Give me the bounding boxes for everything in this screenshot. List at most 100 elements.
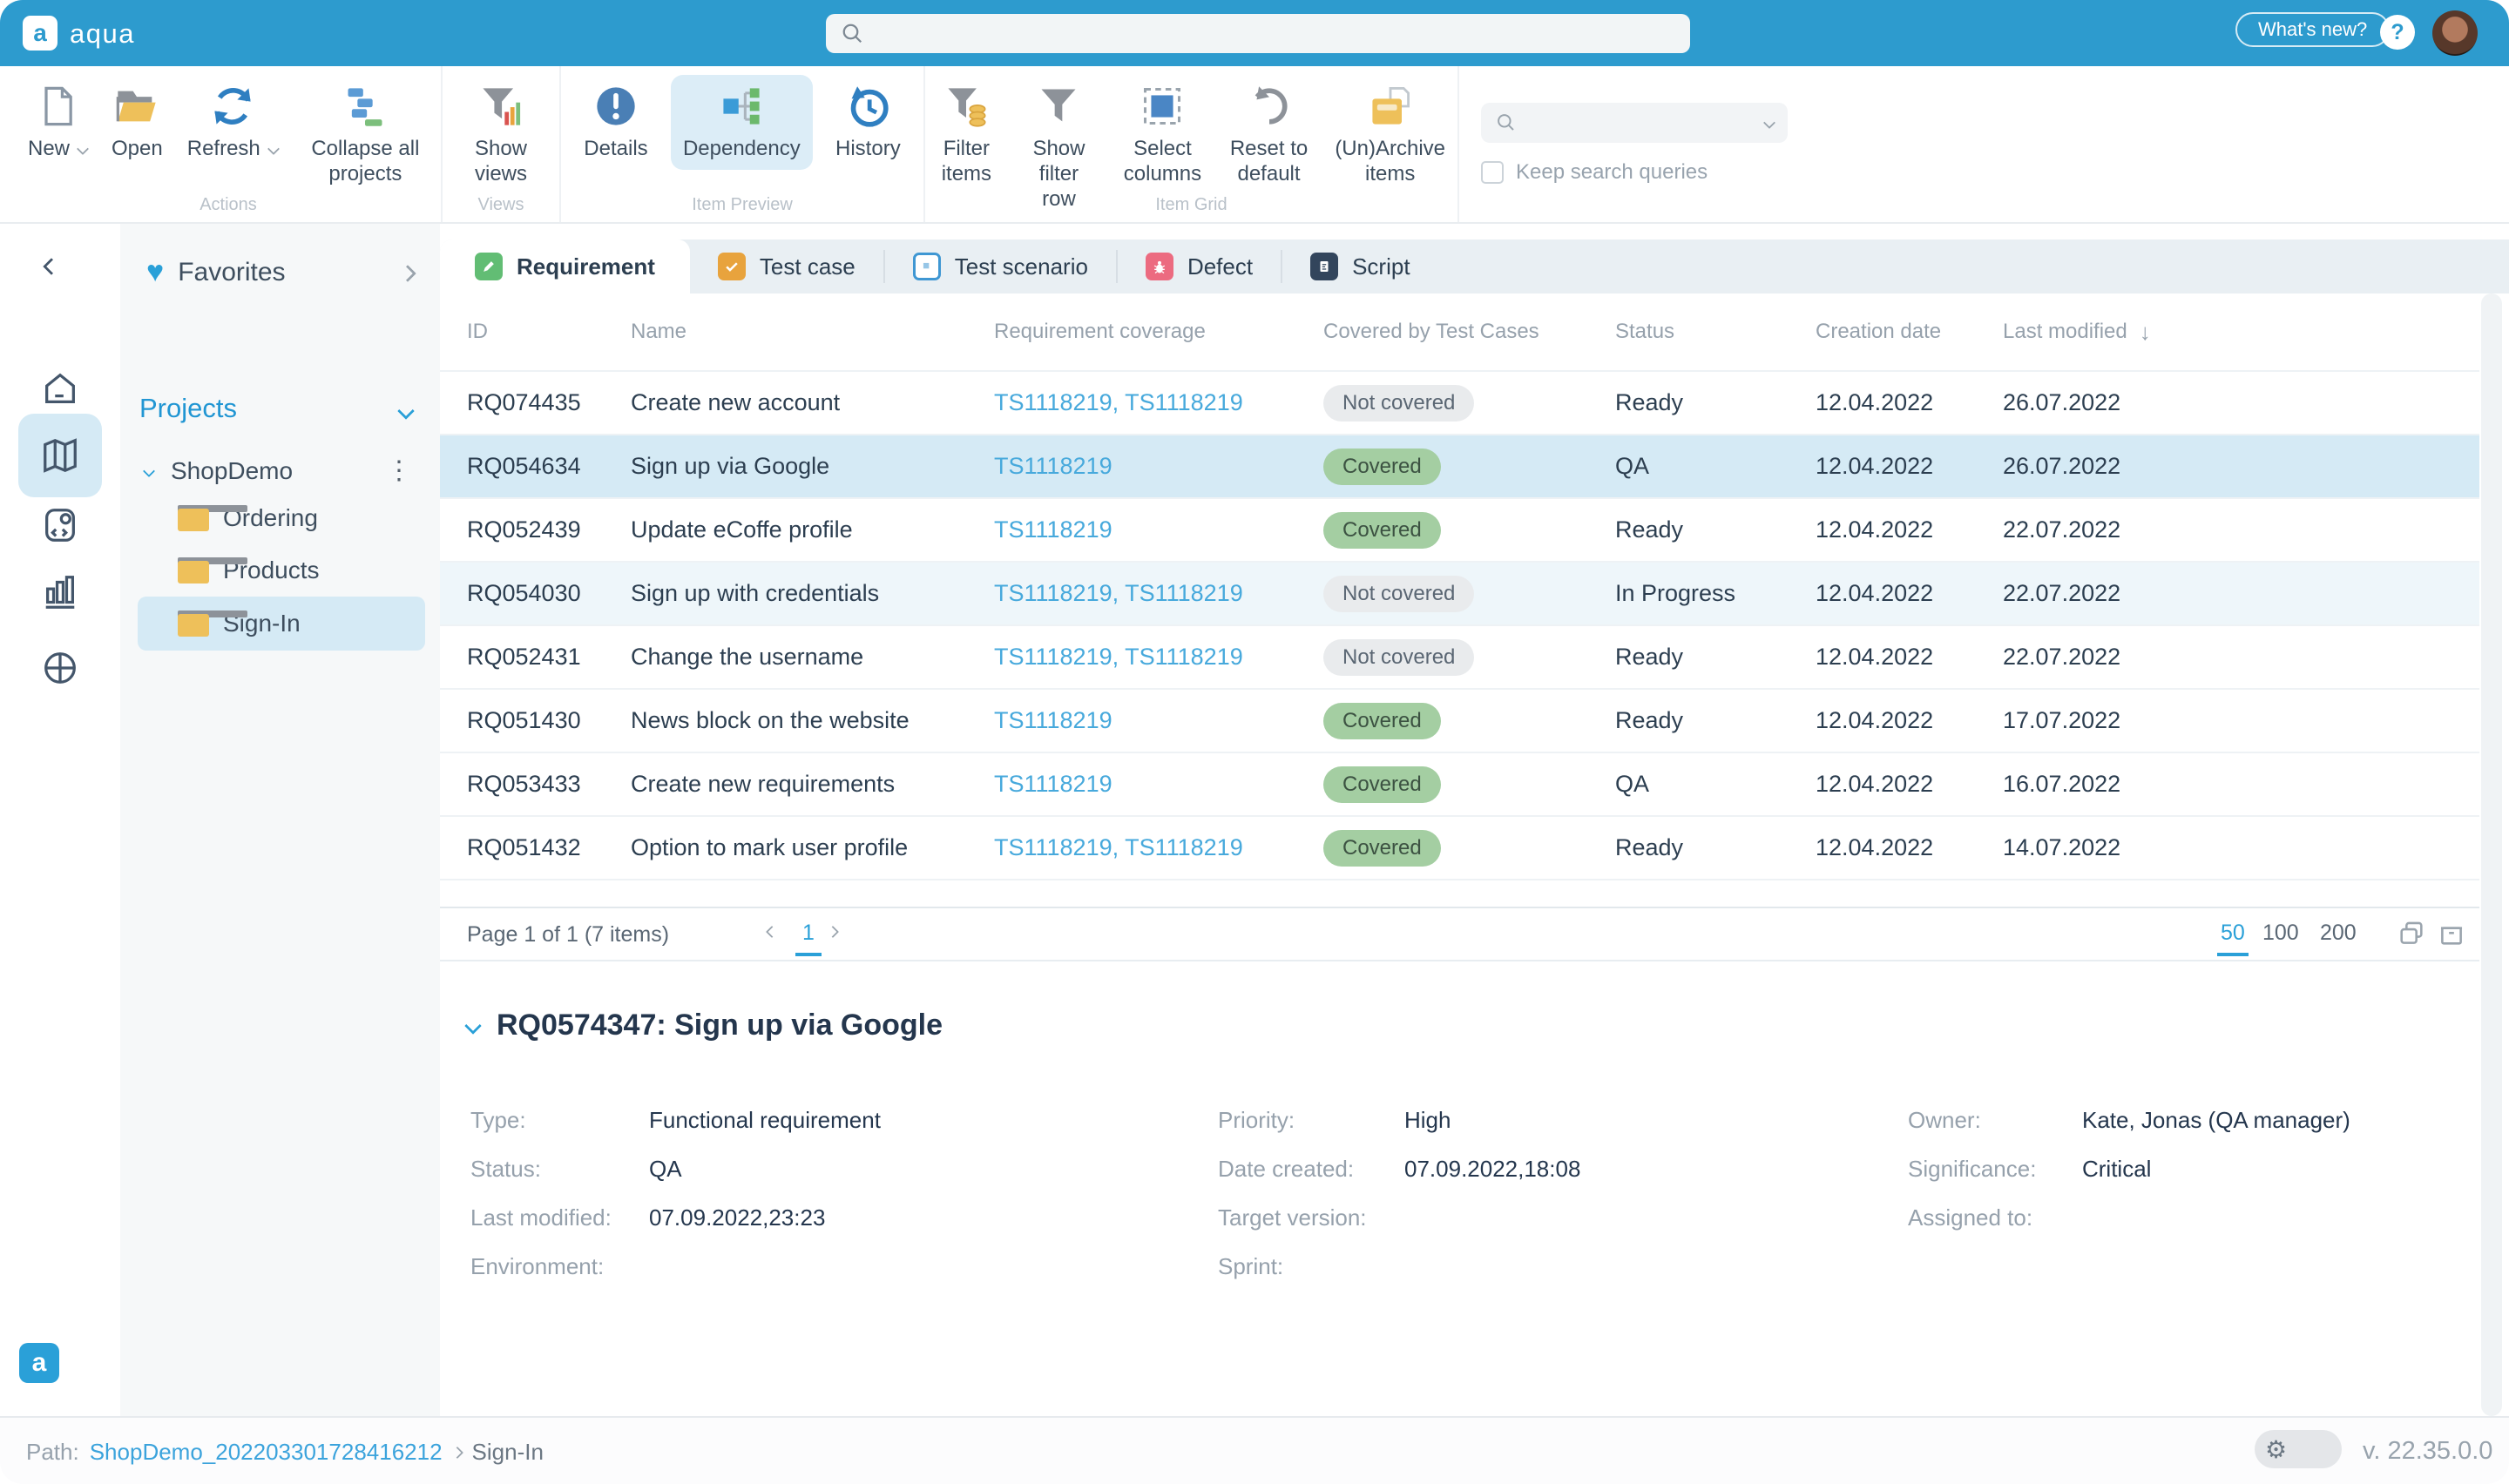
copy-icon[interactable] — [2397, 919, 2426, 948]
coverage-links[interactable]: TS1118219 — [994, 707, 1112, 733]
page-size-50[interactable]: 50 — [2217, 921, 2249, 956]
tab-test-case[interactable]: Test case — [690, 239, 883, 293]
filter-items-label: Filter items — [941, 137, 992, 186]
show-views-button[interactable]: Show views — [443, 75, 559, 195]
reports-icon[interactable] — [40, 572, 80, 612]
prev-page-icon[interactable] — [765, 925, 779, 939]
projects-collapse-icon[interactable] — [397, 402, 415, 420]
filter-items-button[interactable]: Filter items — [925, 75, 1008, 195]
ribbon-group-item-preview: Details Dependency History Item Preview — [561, 66, 925, 222]
col-header-status[interactable]: Status — [1615, 320, 1816, 344]
collapse-all-projects-button[interactable]: Collapse all projects — [290, 75, 441, 195]
unarchive-items-button[interactable]: (Un)Archive items — [1322, 75, 1457, 195]
table-row[interactable]: RQ054030 Sign up with credentials TS1118… — [440, 563, 2479, 626]
page-size-200[interactable]: 200 — [2320, 921, 2357, 946]
next-page-icon[interactable] — [826, 925, 840, 939]
home-icon[interactable] — [40, 368, 80, 408]
table-row[interactable]: RQ053433 Create new requirements TS11182… — [440, 753, 2479, 817]
dashboard-icon[interactable] — [40, 648, 80, 688]
projects-title[interactable]: Projects — [139, 393, 237, 424]
coverage-links[interactable]: TS1118219, TS1118219 — [994, 834, 1243, 860]
coverage-links[interactable]: TS1118219, TS1118219 — [994, 580, 1243, 606]
cell-id: RQ053433 — [467, 771, 581, 797]
coverage-badge: Covered — [1323, 766, 1441, 803]
global-search-input[interactable] — [826, 14, 1690, 53]
tab-defect[interactable]: Defect — [1118, 239, 1281, 293]
detail-column-3: Owner: Kate, Jonas (QA manager) Significa… — [1908, 1096, 2483, 1242]
kebab-menu-icon[interactable]: ⋮ — [386, 455, 412, 486]
col-header-name[interactable]: Name — [631, 320, 994, 344]
tab-requirement[interactable]: Requirement — [440, 239, 690, 293]
test-case-icon — [717, 253, 746, 280]
table-row[interactable]: RQ052439 Update eCoffe profile TS1118219… — [440, 499, 2479, 563]
page-size-100[interactable]: 100 — [2262, 921, 2299, 946]
requirement-icon — [475, 253, 503, 280]
settings-toggle[interactable]: ⚙ — [2255, 1430, 2342, 1468]
new-label: New — [28, 137, 71, 160]
sort-desc-icon[interactable]: ↓ — [2140, 319, 2151, 346]
vertical-scrollbar[interactable] — [2481, 293, 2502, 1416]
coverage-links[interactable]: TS1118219 — [994, 516, 1112, 543]
coverage-links[interactable]: TS1118219 — [994, 771, 1112, 797]
select-columns-button[interactable]: Select columns — [1110, 75, 1215, 195]
chevron-down-icon[interactable] — [464, 1016, 482, 1035]
coverage-links[interactable]: TS1118219, TS1118219 — [994, 389, 1243, 415]
cell-created: 12.04.2022 — [1816, 771, 1934, 797]
whats-new-button[interactable]: What's new? — [2235, 12, 2391, 47]
col-header-covered[interactable]: Covered by Test Cases — [1323, 320, 1615, 344]
map-view-icon[interactable] — [40, 435, 80, 476]
col-header-id[interactable]: ID — [440, 320, 631, 344]
tree-item-shopdemo[interactable]: ShopDemo — [142, 457, 293, 485]
archive-box-icon[interactable] — [2437, 919, 2466, 948]
cell-modified: 17.07.2022 — [2003, 707, 2121, 733]
favorites-header[interactable]: ♥ Favorites — [146, 255, 286, 289]
tree-item-ordering[interactable]: Ordering — [178, 504, 318, 532]
tree-item-sign-in[interactable]: Sign-In — [178, 610, 301, 637]
tab-test-scenario[interactable]: Test scenario — [885, 239, 1116, 293]
coverage-links[interactable]: TS1118219, TS1118219 — [994, 644, 1243, 670]
coverage-badge: Covered — [1323, 702, 1441, 739]
pagination-bar: Page 1 of 1 (7 items) 1 50 100 200 — [440, 907, 2479, 956]
table-row[interactable]: RQ051430 News block on the website TS111… — [440, 690, 2479, 753]
cell-created: 12.04.2022 — [1816, 707, 1934, 733]
details-label: Details — [584, 137, 648, 160]
keep-search-queries-option[interactable]: Keep search queries — [1481, 160, 1708, 185]
path-project-link[interactable]: ShopDemo_202203301728416212 — [90, 1439, 443, 1466]
select-columns-icon — [1144, 87, 1181, 125]
favorites-label: Favorites — [178, 257, 286, 287]
coverage-links[interactable]: TS1118219 — [994, 453, 1112, 479]
page-summary: Page 1 of 1 (7 items) — [467, 922, 670, 947]
chevron-down-icon — [76, 142, 90, 155]
new-button[interactable]: New — [16, 75, 99, 170]
aqua-badge-icon: a — [19, 1343, 59, 1383]
test-scenario-icon — [912, 253, 941, 280]
table-row[interactable]: RQ051432 Option to mark user profile TS1… — [440, 817, 2479, 880]
table-row[interactable]: RQ074435 Create new account TS1118219, T… — [440, 372, 2479, 435]
user-avatar[interactable] — [2432, 10, 2478, 56]
reset-to-default-button[interactable]: Reset to default — [1215, 75, 1323, 195]
col-header-modified[interactable]: Last modified ↓ — [2003, 319, 2255, 346]
tree-item-products[interactable]: Products — [178, 556, 320, 584]
chevron-down-icon[interactable] — [142, 464, 156, 478]
details-button[interactable]: Details — [571, 75, 659, 170]
detail-header[interactable]: RQ0574347: Sign up via Google — [464, 1008, 943, 1042]
dependency-button[interactable]: Dependency — [670, 75, 813, 170]
chevron-down-icon[interactable] — [1762, 116, 1776, 130]
tab-script[interactable]: Script — [1282, 239, 1437, 293]
col-header-created[interactable]: Creation date — [1816, 320, 2003, 344]
help-button[interactable]: ? — [2380, 15, 2415, 50]
collapse-panel-icon[interactable] — [43, 258, 60, 275]
field-label: Owner: — [1908, 1106, 1981, 1133]
col-header-coverage[interactable]: Requirement coverage — [994, 320, 1323, 344]
automation-icon[interactable] — [40, 505, 80, 545]
current-page[interactable]: 1 — [795, 921, 822, 956]
keep-search-checkbox[interactable] — [1481, 161, 1504, 184]
table-row-selected[interactable]: RQ054634 Sign up via Google TS1118219 Co… — [440, 435, 2479, 499]
history-button[interactable]: History — [823, 75, 913, 170]
table-row[interactable]: RQ052431 Change the username TS1118219, … — [440, 626, 2479, 690]
status-bar: Path: ShopDemo_202203301728416212 Sign-I… — [0, 1416, 2509, 1484]
ribbon-search-input[interactable] — [1481, 103, 1788, 143]
open-button[interactable]: Open — [99, 75, 175, 170]
refresh-button[interactable]: Refresh — [175, 75, 290, 170]
favorites-expand-icon[interactable] — [399, 265, 416, 282]
